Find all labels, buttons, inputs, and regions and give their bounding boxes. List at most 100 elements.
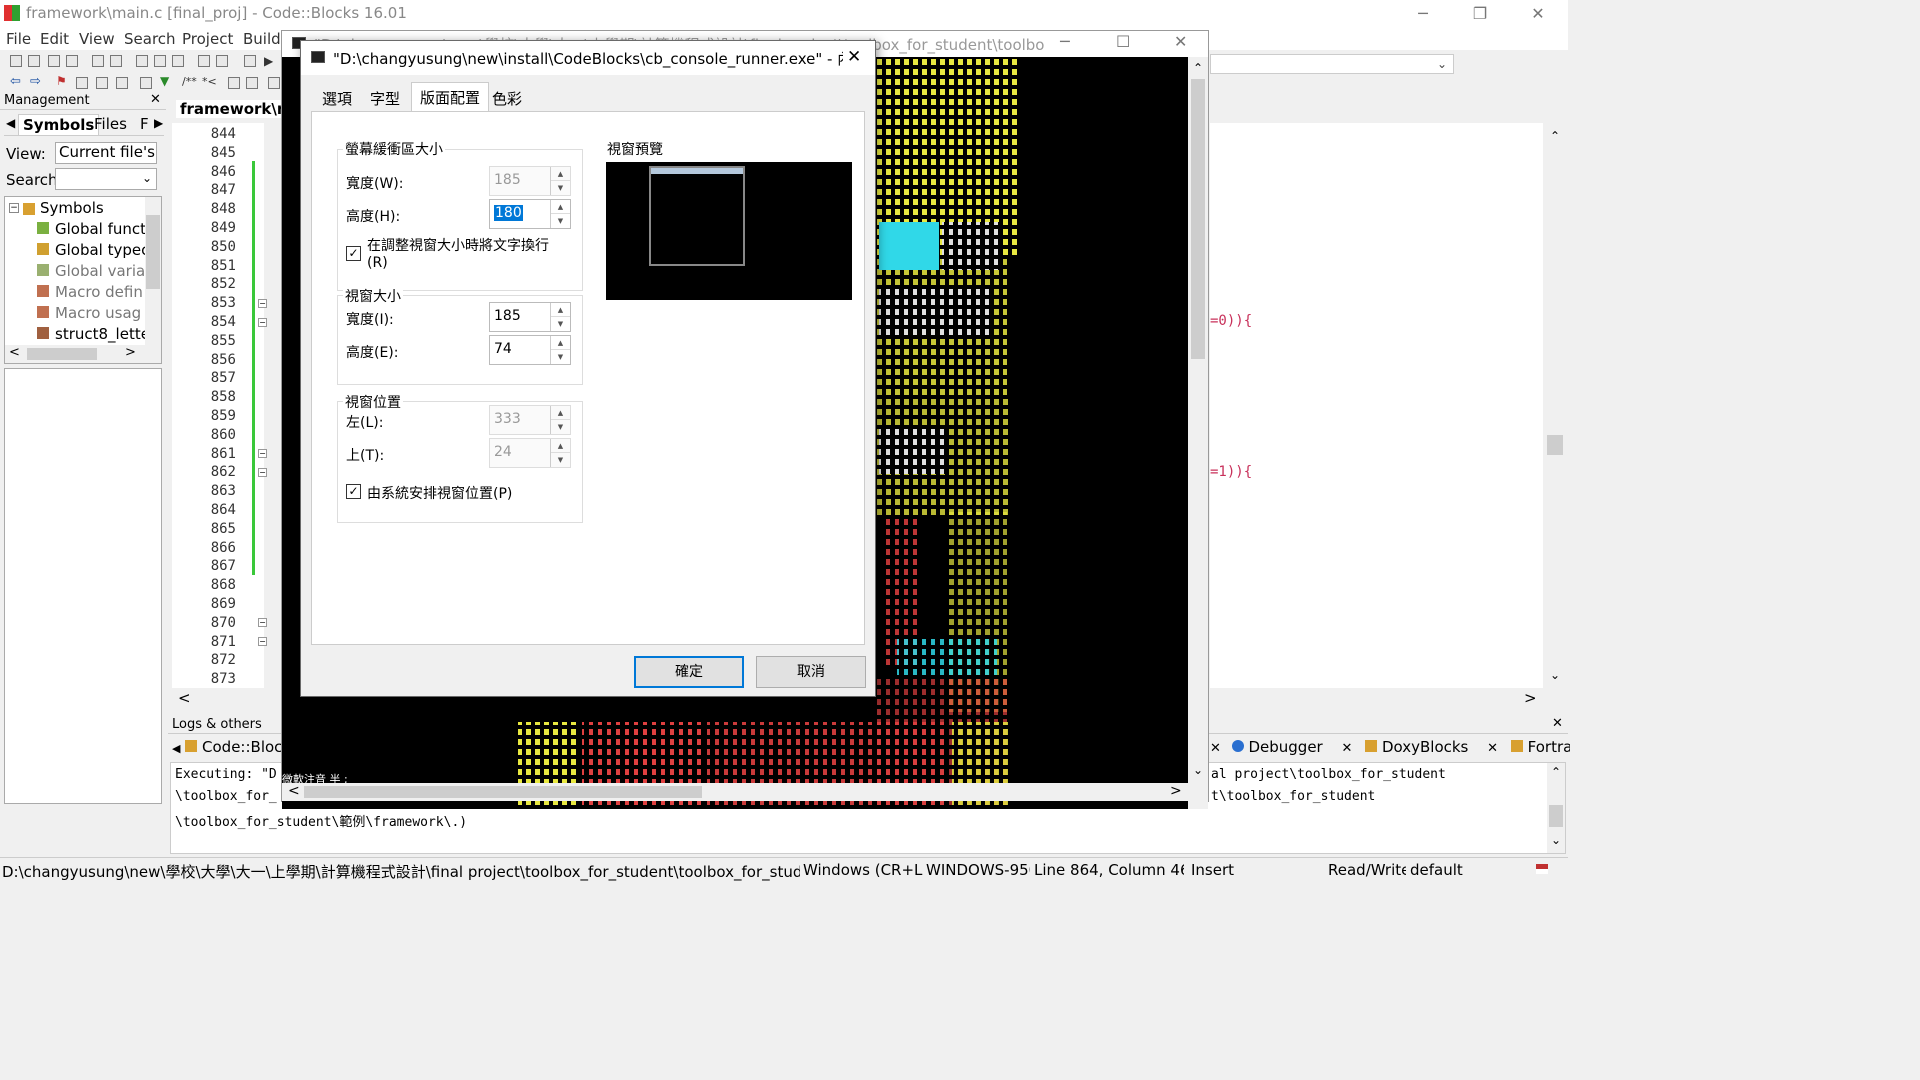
fold-icon[interactable]: − xyxy=(258,318,267,327)
spin-down-icon[interactable]: ▼ xyxy=(551,317,570,331)
fold-icon[interactable]: − xyxy=(258,299,267,308)
spin-up-icon[interactable]: ▲ xyxy=(551,167,570,181)
close-button[interactable]: ✕ xyxy=(1515,0,1561,28)
spin-down-icon[interactable]: ▼ xyxy=(551,420,570,434)
fold-icon[interactable]: − xyxy=(258,618,267,627)
back-icon[interactable]: ⇦ xyxy=(10,74,21,89)
scroll-right-icon[interactable]: > xyxy=(1170,783,1182,799)
console-hscroll-thumb[interactable] xyxy=(304,786,702,798)
scroll-down-icon[interactable]: ⌄ xyxy=(1193,763,1203,777)
scroll-up-icon[interactable]: ⌃ xyxy=(1551,765,1561,779)
scroll-up-icon[interactable]: ⌃ xyxy=(1193,61,1203,75)
console-hscroll[interactable]: < > xyxy=(282,783,1188,801)
console-close-button[interactable]: ✕ xyxy=(1174,32,1187,51)
spin-down-icon[interactable]: ▼ xyxy=(551,350,570,364)
spin-up-icon[interactable]: ▲ xyxy=(551,439,570,453)
menu-file[interactable]: File xyxy=(6,30,31,48)
scroll-right-icon[interactable]: > xyxy=(1524,689,1537,707)
maximize-button[interactable]: ❐ xyxy=(1457,0,1503,28)
tab-options[interactable]: 選項 xyxy=(313,85,361,111)
dialog-close-icon[interactable]: ✕ xyxy=(847,47,861,67)
close-icon[interactable]: ✕ xyxy=(1487,741,1498,756)
editor-hscroll-right[interactable]: > xyxy=(1210,688,1568,710)
search-dropdown-icon[interactable]: ⌄ xyxy=(142,171,152,185)
window-width-spinner[interactable]: 185 ▲ ▼ xyxy=(489,302,571,332)
tab-fsymbols[interactable]: F xyxy=(140,115,149,133)
buffer-width-spinner[interactable]: 185 ▲ ▼ xyxy=(489,166,571,196)
spin-up-icon[interactable]: ▲ xyxy=(551,303,570,317)
scroll-left-icon[interactable]: < xyxy=(9,345,20,360)
wrap-text-checkbox[interactable]: ✓ xyxy=(346,246,361,261)
log-scroll-thumb[interactable] xyxy=(1549,805,1563,827)
scroll-left-icon[interactable]: < xyxy=(178,689,191,707)
paste-icon[interactable] xyxy=(172,55,184,67)
spin-down-icon[interactable]: ▼ xyxy=(551,214,570,228)
editor-scroll-thumb[interactable] xyxy=(1547,435,1563,455)
clear-bookmark-icon[interactable] xyxy=(116,77,128,89)
tab-symbols[interactable]: Symbols xyxy=(18,114,100,136)
fold-icon[interactable]: − xyxy=(258,449,267,458)
tab-font[interactable]: 字型 xyxy=(361,85,409,111)
tree-item-global-variables[interactable]: Global varia xyxy=(37,262,145,280)
spin-up-icon[interactable]: ▲ xyxy=(551,336,570,350)
close-icon[interactable]: ✕ xyxy=(1342,741,1353,756)
copy-icon[interactable] xyxy=(154,55,166,67)
window-height-spinner[interactable]: 74 ▲ ▼ xyxy=(489,335,571,365)
collapse-icon[interactable]: − xyxy=(9,203,19,213)
fold-icon[interactable]: − xyxy=(258,637,267,646)
spin-down-icon[interactable]: ▼ xyxy=(551,453,570,467)
editor-vscroll[interactable]: ⌃ ⌄ xyxy=(1543,123,1568,688)
doc-comment-icon[interactable]: *< xyxy=(202,75,217,88)
editor-hscroll[interactable]: < xyxy=(172,688,282,710)
tab-colors[interactable]: 色彩 xyxy=(483,85,531,111)
next-bookmark-icon[interactable] xyxy=(96,77,108,89)
extract-icon[interactable] xyxy=(268,77,280,89)
help-icon[interactable] xyxy=(246,77,258,89)
spin-up-icon[interactable]: ▲ xyxy=(551,200,570,214)
cancel-button[interactable]: 取消 xyxy=(756,656,866,688)
doxywizard-icon[interactable] xyxy=(228,77,240,89)
view-select[interactable]: Current file's xyxy=(55,142,157,164)
scroll-right-icon[interactable]: > xyxy=(125,345,136,360)
cut-icon[interactable] xyxy=(136,55,148,67)
build-settings-icon[interactable] xyxy=(244,55,256,67)
minimize-button[interactable]: ─ xyxy=(1400,0,1446,28)
redo-icon[interactable] xyxy=(110,55,122,67)
log-tab-debugger[interactable]: Debugger xyxy=(1248,738,1322,756)
find-icon[interactable] xyxy=(198,55,210,67)
close-icon[interactable]: ✕ xyxy=(1210,741,1221,756)
tab-scroll-right-icon[interactable]: ▶ xyxy=(154,116,163,130)
tree-item-struct[interactable]: struct8_lette xyxy=(37,325,145,343)
save-icon[interactable] xyxy=(48,55,60,67)
scroll-up-icon[interactable]: ⌃ xyxy=(1550,129,1560,143)
logs-close-icon[interactable]: ✕ xyxy=(1552,716,1563,731)
undo-icon[interactable] xyxy=(92,55,104,67)
tab-files[interactable]: Files xyxy=(94,115,127,133)
symbol-combobox[interactable]: ⌄ xyxy=(1210,54,1454,74)
prev-bookmark-icon[interactable] xyxy=(76,77,88,89)
spin-down-icon[interactable]: ▼ xyxy=(551,181,570,195)
log-tab-doxyblocks[interactable]: DoxyBlocks xyxy=(1382,738,1468,756)
tree-hscroll-thumb[interactable] xyxy=(27,348,97,360)
jump-down-icon[interactable]: ▼ xyxy=(160,74,169,88)
new-file-icon[interactable] xyxy=(10,55,22,67)
console-minimize-button[interactable]: ─ xyxy=(1060,32,1070,51)
tree-item-macro-definitions[interactable]: Macro defin xyxy=(37,283,145,301)
jump-icon[interactable] xyxy=(140,77,152,89)
tab-scroll-left-icon[interactable]: ◀ xyxy=(6,116,15,130)
log-vscroll[interactable]: ⌃ ⌄ xyxy=(1547,763,1565,853)
window-top-spinner[interactable]: 24 ▲ ▼ xyxy=(489,438,571,468)
tree-scroll-thumb[interactable] xyxy=(146,215,160,289)
window-left-spinner[interactable]: 333 ▲ ▼ xyxy=(489,405,571,435)
tree-horizontal-scrollbar[interactable]: < > xyxy=(5,345,161,363)
menu-project[interactable]: Project xyxy=(182,30,233,48)
save-all-icon[interactable] xyxy=(66,55,78,67)
tree-item-global-typedefs[interactable]: Global typec xyxy=(37,241,145,259)
buffer-height-spinner[interactable]: 180 ▲ ▼ xyxy=(489,199,571,229)
menu-build[interactable]: Build xyxy=(243,30,281,48)
fold-icon[interactable]: − xyxy=(258,468,267,477)
tree-root[interactable]: Symbols xyxy=(40,199,104,217)
tree-vertical-scrollbar[interactable] xyxy=(145,197,161,345)
console-vscroll[interactable]: ⌃ ⌄ xyxy=(1188,57,1208,809)
menu-edit[interactable]: Edit xyxy=(40,30,69,48)
